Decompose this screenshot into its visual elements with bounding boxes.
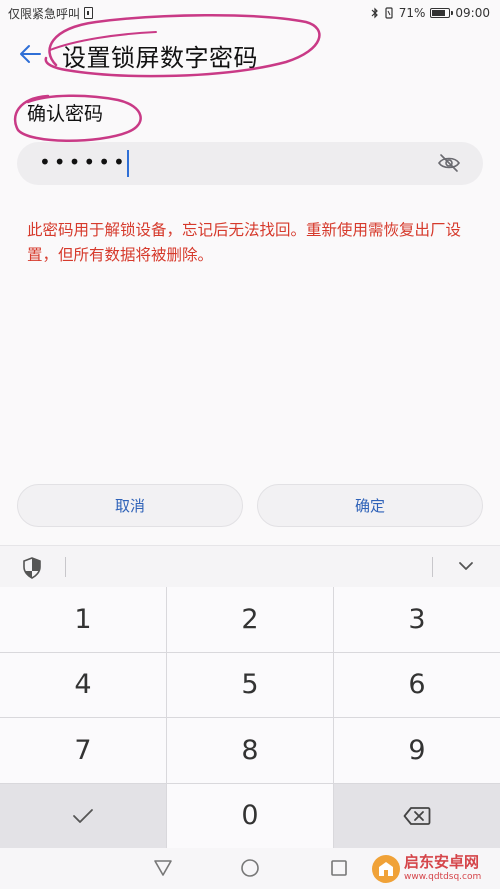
toolbar-divider (432, 557, 433, 577)
toolbar-divider (65, 557, 66, 577)
key-9[interactable]: 9 (334, 718, 500, 783)
header: 设置锁屏数字密码 (0, 26, 500, 82)
cancel-button[interactable]: 取消 (17, 484, 243, 527)
clock: 09:00 (455, 6, 490, 20)
text-caret (127, 150, 129, 177)
chevron-down-icon[interactable] (457, 560, 475, 572)
key-0[interactable]: 0 (167, 783, 333, 848)
eye-off-icon (438, 154, 460, 172)
battery-icon (430, 8, 454, 18)
numeric-keypad: 1 2 3 4 5 6 7 8 9 0 (0, 587, 500, 848)
triangle-back-icon[interactable] (153, 858, 173, 878)
key-4[interactable]: 4 (0, 652, 166, 717)
circle-home-icon[interactable] (240, 858, 260, 878)
checkmark-icon (73, 808, 93, 823)
status-bar: 仅限紧急呼叫 71% 09:00 (0, 0, 500, 26)
square-recent-icon[interactable] (329, 858, 349, 878)
key-6[interactable]: 6 (334, 652, 500, 717)
delete-key[interactable] (334, 783, 500, 848)
emergency-only-text: 仅限紧急呼叫 (8, 6, 81, 21)
warning-message: 此密码用于解锁设备，忘记后无法找回。重新使用需恢复出厂设置，但所有数据将被删除。 (27, 221, 462, 264)
page-title: 设置锁屏数字密码 (62, 44, 258, 72)
sim-card-icon (84, 7, 94, 19)
confirm-button[interactable]: 确定 (257, 484, 483, 527)
done-key[interactable] (0, 783, 166, 848)
key-1[interactable]: 1 (0, 587, 166, 652)
backspace-icon (403, 806, 431, 825)
password-input[interactable]: •••••• (17, 142, 483, 185)
arrow-left-icon (20, 45, 41, 63)
key-3[interactable]: 3 (334, 587, 500, 652)
confirm-password-label: 确认密码 (27, 103, 104, 125)
password-dots: •••••• (39, 150, 128, 174)
key-5[interactable]: 5 (167, 652, 333, 717)
key-2[interactable]: 2 (167, 587, 333, 652)
battery-percent: 71% (398, 6, 426, 20)
navigation-bar (0, 848, 500, 889)
back-button[interactable] (14, 38, 46, 70)
key-8[interactable]: 8 (167, 718, 333, 783)
shield-icon[interactable] (22, 557, 42, 579)
toggle-visibility-button[interactable] (437, 153, 461, 173)
keyboard-toolbar (0, 545, 500, 587)
key-7[interactable]: 7 (0, 718, 166, 783)
bluetooth-icon (371, 7, 379, 19)
vibrate-icon (384, 7, 394, 19)
